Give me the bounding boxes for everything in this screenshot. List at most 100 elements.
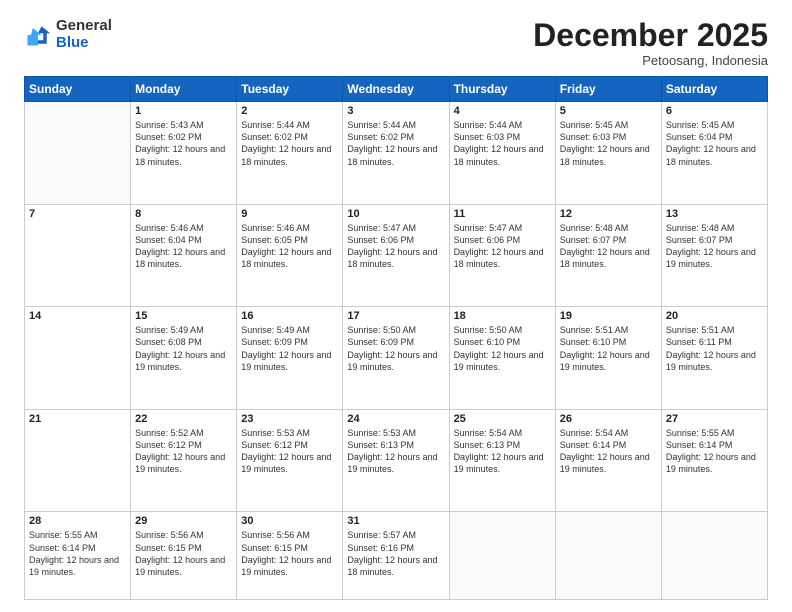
day-info: Sunrise: 5:47 AMSunset: 6:06 PMDaylight:… [454,222,551,271]
day-info: Sunrise: 5:53 AMSunset: 6:13 PMDaylight:… [347,427,444,476]
day-info: Sunrise: 5:53 AMSunset: 6:12 PMDaylight:… [241,427,338,476]
day-header-tuesday: Tuesday [237,77,343,102]
day-info: Sunrise: 5:55 AMSunset: 6:14 PMDaylight:… [666,427,763,476]
day-info: Sunrise: 5:44 AMSunset: 6:02 PMDaylight:… [241,119,338,168]
day-info: Sunrise: 5:49 AMSunset: 6:09 PMDaylight:… [241,324,338,373]
day-number: 3 [347,105,444,117]
day-number: 8 [135,208,232,220]
day-number: 28 [29,515,126,527]
calendar-cell: 7 [25,204,131,307]
day-info: Sunrise: 5:50 AMSunset: 6:09 PMDaylight:… [347,324,444,373]
day-info: Sunrise: 5:51 AMSunset: 6:11 PMDaylight:… [666,324,763,373]
calendar-cell: 19 Sunrise: 5:51 AMSunset: 6:10 PMDayligh… [555,307,661,410]
calendar-cell: 22 Sunrise: 5:52 AMSunset: 6:12 PMDayligh… [131,409,237,512]
week-row-1: 1Sunrise: 5:43 AMSunset: 6:02 PMDaylight… [25,102,768,205]
day-info: Sunrise: 5:52 AMSunset: 6:12 PMDaylight:… [135,427,232,476]
title-block: December 2025 Petoosang, Indonesia [533,18,768,68]
week-row-3: 14 15Sunrise: 5:49 AMSunset: 6:08 PMDayli… [25,307,768,410]
calendar-cell: 8 Sunrise: 5:46 AMSunset: 6:04 PMDaylight… [131,204,237,307]
calendar-cell: 1Sunrise: 5:43 AMSunset: 6:02 PMDaylight… [131,102,237,205]
week-row-2: 78 Sunrise: 5:46 AMSunset: 6:04 PMDayligh… [25,204,768,307]
calendar-cell: 15Sunrise: 5:49 AMSunset: 6:08 PMDayligh… [131,307,237,410]
calendar-cell [25,102,131,205]
day-header-thursday: Thursday [449,77,555,102]
day-number: 29 [135,515,232,527]
day-number: 22 [135,413,232,425]
calendar-cell: 17 Sunrise: 5:50 AMSunset: 6:09 PMDayligh… [343,307,449,410]
calendar-cell: 24 Sunrise: 5:53 AMSunset: 6:13 PMDayligh… [343,409,449,512]
day-number: 6 [666,105,763,117]
calendar-cell: 13 Sunrise: 5:48 AMSunset: 6:07 PMDayligh… [661,204,767,307]
calendar-cell: 16Sunrise: 5:49 AMSunset: 6:09 PMDayligh… [237,307,343,410]
day-number: 25 [454,413,551,425]
day-number: 12 [560,208,657,220]
day-number: 2 [241,105,338,117]
calendar-cell: 4Sunrise: 5:44 AMSunset: 6:03 PMDaylight… [449,102,555,205]
calendar-cell: 27Sunrise: 5:55 AMSunset: 6:14 PMDayligh… [661,409,767,512]
day-info: Sunrise: 5:48 AMSunset: 6:07 PMDaylight:… [560,222,657,271]
day-info: Sunrise: 5:56 AMSunset: 6:15 PMDaylight:… [135,529,232,578]
calendar-cell: 20 Sunrise: 5:51 AMSunset: 6:11 PMDayligh… [661,307,767,410]
day-info: Sunrise: 5:44 AMSunset: 6:02 PMDaylight:… [347,119,444,168]
calendar-cell: 5 Sunrise: 5:45 AMSunset: 6:03 PMDaylight… [555,102,661,205]
day-number: 19 [560,310,657,322]
calendar-cell: 28 Sunrise: 5:55 AMSunset: 6:14 PMDayligh… [25,512,131,600]
day-info: Sunrise: 5:46 AMSunset: 6:05 PMDaylight:… [241,222,338,271]
day-info: Sunrise: 5:57 AMSunset: 6:16 PMDaylight:… [347,529,444,578]
day-number: 14 [29,310,126,322]
day-number: 5 [560,105,657,117]
calendar-cell: 11 Sunrise: 5:47 AMSunset: 6:06 PMDayligh… [449,204,555,307]
day-number: 17 [347,310,444,322]
day-info: Sunrise: 5:56 AMSunset: 6:15 PMDaylight:… [241,529,338,578]
logo-blue: Blue [56,34,89,51]
page: General Blue December 2025 Petoosang, In… [0,0,792,612]
calendar-cell: 25Sunrise: 5:54 AMSunset: 6:13 PMDayligh… [449,409,555,512]
day-number: 26 [560,413,657,425]
calendar-cell: 12 Sunrise: 5:48 AMSunset: 6:07 PMDayligh… [555,204,661,307]
calendar-header-row: SundayMondayTuesdayWednesdayThursdayFrid… [25,77,768,102]
day-number: 10 [347,208,444,220]
day-number: 15 [135,310,232,322]
calendar-cell: 30 Sunrise: 5:56 AMSunset: 6:15 PMDayligh… [237,512,343,600]
day-number: 11 [454,208,551,220]
day-number: 18 [454,310,551,322]
day-info: Sunrise: 5:48 AMSunset: 6:07 PMDaylight:… [666,222,763,271]
week-row-5: 28 Sunrise: 5:55 AMSunset: 6:14 PMDayligh… [25,512,768,600]
month-title: December 2025 [533,18,768,53]
day-info: Sunrise: 5:47 AMSunset: 6:06 PMDaylight:… [347,222,444,271]
day-header-friday: Friday [555,77,661,102]
calendar-cell: 26 Sunrise: 5:54 AMSunset: 6:14 PMDayligh… [555,409,661,512]
day-number: 7 [29,208,126,220]
logo-general: General [56,17,112,34]
day-info: Sunrise: 5:50 AMSunset: 6:10 PMDaylight:… [454,324,551,373]
day-header-monday: Monday [131,77,237,102]
day-info: Sunrise: 5:51 AMSunset: 6:10 PMDaylight:… [560,324,657,373]
calendar-cell: 18 Sunrise: 5:50 AMSunset: 6:10 PMDayligh… [449,307,555,410]
calendar-cell: 6Sunrise: 5:45 AMSunset: 6:04 PMDaylight… [661,102,767,205]
day-number: 23 [241,413,338,425]
week-row-4: 21 22 Sunrise: 5:52 AMSunset: 6:12 PMDayli… [25,409,768,512]
header: General Blue December 2025 Petoosang, In… [24,18,768,68]
day-number: 30 [241,515,338,527]
calendar-cell: 10 Sunrise: 5:47 AMSunset: 6:06 PMDayligh… [343,204,449,307]
logo: General Blue [24,18,112,51]
calendar-cell [449,512,555,600]
calendar-cell: 21 [25,409,131,512]
day-info: Sunrise: 5:46 AMSunset: 6:04 PMDaylight:… [135,222,232,271]
location-subtitle: Petoosang, Indonesia [533,53,768,68]
day-info: Sunrise: 5:43 AMSunset: 6:02 PMDaylight:… [135,119,232,168]
logo-text: General Blue [56,18,112,51]
day-number: 24 [347,413,444,425]
day-info: Sunrise: 5:55 AMSunset: 6:14 PMDaylight:… [29,529,126,578]
day-number: 9 [241,208,338,220]
day-number: 20 [666,310,763,322]
calendar-cell: 14 [25,307,131,410]
calendar-cell: 3 Sunrise: 5:44 AMSunset: 6:02 PMDaylight… [343,102,449,205]
calendar-cell: 2 Sunrise: 5:44 AMSunset: 6:02 PMDaylight… [237,102,343,205]
day-number: 13 [666,208,763,220]
day-info: Sunrise: 5:54 AMSunset: 6:14 PMDaylight:… [560,427,657,476]
calendar-cell [555,512,661,600]
day-info: Sunrise: 5:45 AMSunset: 6:03 PMDaylight:… [560,119,657,168]
day-info: Sunrise: 5:44 AMSunset: 6:03 PMDaylight:… [454,119,551,168]
calendar-cell: 31Sunrise: 5:57 AMSunset: 6:16 PMDayligh… [343,512,449,600]
